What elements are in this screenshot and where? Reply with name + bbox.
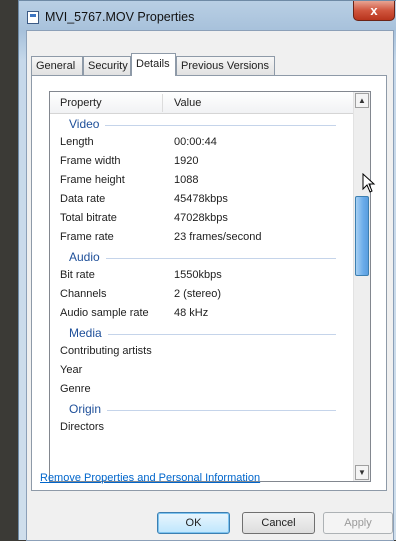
property-rows: Video Length 00:00:44 Frame width 1920 Fra… bbox=[50, 114, 354, 437]
window-title: MVI_5767.MOV Properties bbox=[45, 10, 195, 24]
group-label: Audio bbox=[69, 250, 106, 264]
column-header-property[interactable]: Property bbox=[60, 97, 102, 109]
group-header-audio: Audio bbox=[50, 247, 354, 266]
mouse-pointer-icon bbox=[362, 173, 376, 193]
details-panel: Property Value Video Length 00:00:44 Fram… bbox=[31, 75, 387, 491]
property-value: 00:00:44 bbox=[174, 136, 217, 148]
group-header-video: Video bbox=[50, 114, 354, 133]
property-name: Contributing artists bbox=[60, 345, 152, 357]
property-value: 45478kbps bbox=[174, 193, 228, 205]
property-row[interactable]: Total bitrate 47028kbps bbox=[50, 209, 354, 228]
property-name: Length bbox=[60, 136, 94, 148]
property-name: Genre bbox=[60, 383, 91, 395]
property-name: Data rate bbox=[60, 193, 106, 205]
property-row[interactable]: Directors bbox=[50, 418, 354, 437]
property-name: Frame height bbox=[60, 174, 125, 186]
property-value: 47028kbps bbox=[174, 212, 228, 224]
dialog-client-area: General Security Details Previous Versio… bbox=[26, 30, 394, 541]
group-divider bbox=[69, 258, 336, 259]
property-name: Directors bbox=[60, 421, 105, 433]
property-name: Year bbox=[60, 364, 83, 376]
property-row[interactable]: Data rate 45478kbps bbox=[50, 190, 354, 209]
vertical-scrollbar[interactable]: ▲ ▼ bbox=[353, 92, 370, 481]
title-bar[interactable]: MVI_5767.MOV Properties x bbox=[19, 1, 396, 31]
property-row[interactable]: Bit rate 1550kbps bbox=[50, 266, 354, 285]
property-value: 23 frames/second bbox=[174, 231, 262, 243]
list-header: Property Value bbox=[50, 92, 354, 114]
property-row[interactable]: Year bbox=[50, 361, 354, 380]
property-value: 1550kbps bbox=[174, 269, 222, 281]
property-row[interactable]: Frame rate 23 frames/second bbox=[50, 228, 354, 247]
group-label: Media bbox=[69, 326, 108, 340]
group-header-media: Media bbox=[50, 323, 354, 342]
tab-security[interactable]: Security bbox=[83, 56, 131, 75]
group-header-origin: Origin bbox=[50, 399, 354, 418]
tab-previous-versions[interactable]: Previous Versions bbox=[176, 56, 275, 75]
property-row[interactable]: Audio sample rate 48 kHz bbox=[50, 304, 354, 323]
property-row[interactable]: Contributing artists bbox=[50, 342, 354, 361]
property-name: Frame width bbox=[60, 155, 121, 167]
property-row[interactable]: Genre bbox=[50, 380, 354, 399]
group-label: Video bbox=[69, 117, 106, 131]
close-button[interactable]: x bbox=[353, 1, 395, 21]
property-row[interactable]: Channels 2 (stereo) bbox=[50, 285, 354, 304]
tab-details[interactable]: Details bbox=[131, 53, 176, 76]
file-icon bbox=[27, 11, 39, 24]
cancel-button[interactable]: Cancel bbox=[242, 512, 315, 534]
scroll-thumb[interactable] bbox=[355, 196, 369, 276]
group-divider bbox=[69, 334, 336, 335]
property-name: Audio sample rate bbox=[60, 307, 149, 319]
group-divider bbox=[69, 125, 336, 126]
properties-window: MVI_5767.MOV Properties x General Securi… bbox=[18, 0, 396, 541]
property-name: Channels bbox=[60, 288, 107, 300]
ok-button[interactable]: OK bbox=[157, 512, 230, 534]
property-value: 1088 bbox=[174, 174, 199, 186]
property-row[interactable]: Length 00:00:44 bbox=[50, 133, 354, 152]
property-row[interactable]: Frame height 1088 bbox=[50, 171, 354, 190]
property-value: 48 kHz bbox=[174, 307, 209, 319]
property-name: Frame rate bbox=[60, 231, 114, 243]
group-divider bbox=[69, 410, 336, 411]
tab-general[interactable]: General bbox=[31, 56, 83, 75]
scroll-down-button[interactable]: ▼ bbox=[355, 465, 369, 480]
property-value: 2 (stereo) bbox=[174, 288, 222, 300]
property-list[interactable]: Property Value Video Length 00:00:44 Fram… bbox=[49, 91, 371, 482]
property-name: Bit rate bbox=[60, 269, 95, 281]
column-divider[interactable] bbox=[162, 94, 163, 112]
remove-properties-link[interactable]: Remove Properties and Personal Informati… bbox=[40, 472, 260, 484]
group-label: Origin bbox=[69, 402, 108, 416]
scroll-up-button[interactable]: ▲ bbox=[355, 93, 369, 108]
property-name: Total bitrate bbox=[60, 212, 117, 224]
property-value: 1920 bbox=[174, 155, 199, 167]
apply-button[interactable]: Apply bbox=[323, 512, 393, 534]
column-header-value[interactable]: Value bbox=[174, 97, 201, 109]
property-row[interactable]: Frame width 1920 bbox=[50, 152, 354, 171]
